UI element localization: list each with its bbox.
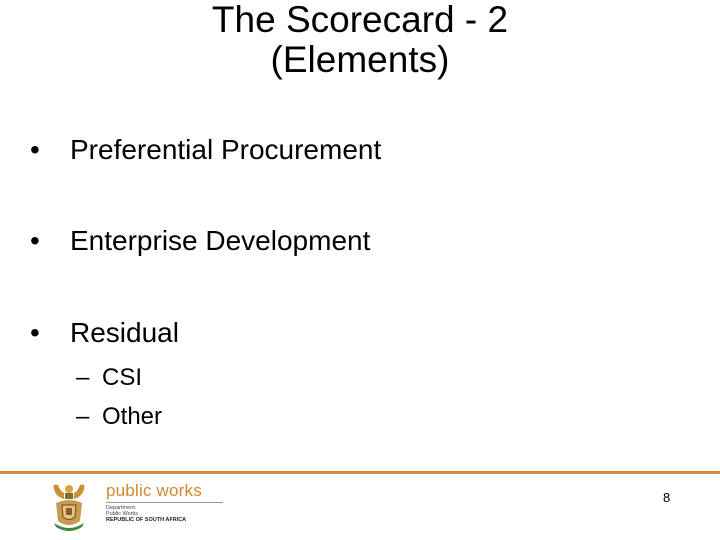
sub-bullet-item: – Other — [76, 403, 162, 431]
public-works-logo: public works Department: Public Works RE… — [48, 481, 238, 533]
sub-bullet-text: CSI — [102, 364, 143, 391]
sub-bullet-item: – CSI — [76, 364, 142, 392]
page-number: 8 — [663, 490, 671, 505]
sub-bullet-marker: – — [76, 364, 90, 391]
slide-title: The Scorecard - 2 (Elements) — [0, 0, 720, 80]
bullet-text: Enterprise Development — [70, 225, 371, 256]
sub-bullet-text: Other — [102, 403, 163, 430]
title-line-2: (Elements) — [270, 39, 450, 80]
logo-underline — [106, 502, 223, 503]
bullet-item: • Enterprise Development — [30, 225, 370, 257]
bullet-text: Residual — [70, 317, 179, 348]
bullet-item: • Preferential Procurement — [30, 134, 381, 166]
bullet-text: Preferential Procurement — [70, 134, 382, 165]
logo-line-country: REPUBLIC OF SOUTH AFRICA — [106, 517, 187, 523]
bullet-marker: • — [30, 317, 40, 348]
bullet-marker: • — [30, 134, 40, 165]
logo-name: public works — [106, 481, 202, 500]
bullet-marker: • — [30, 225, 40, 256]
bullet-item: • Residual — [30, 317, 179, 349]
footer-divider — [0, 471, 720, 474]
sub-bullet-marker: – — [76, 403, 90, 430]
title-line-1: The Scorecard - 2 — [211, 0, 509, 40]
coat-of-arms-icon — [53, 484, 85, 531]
